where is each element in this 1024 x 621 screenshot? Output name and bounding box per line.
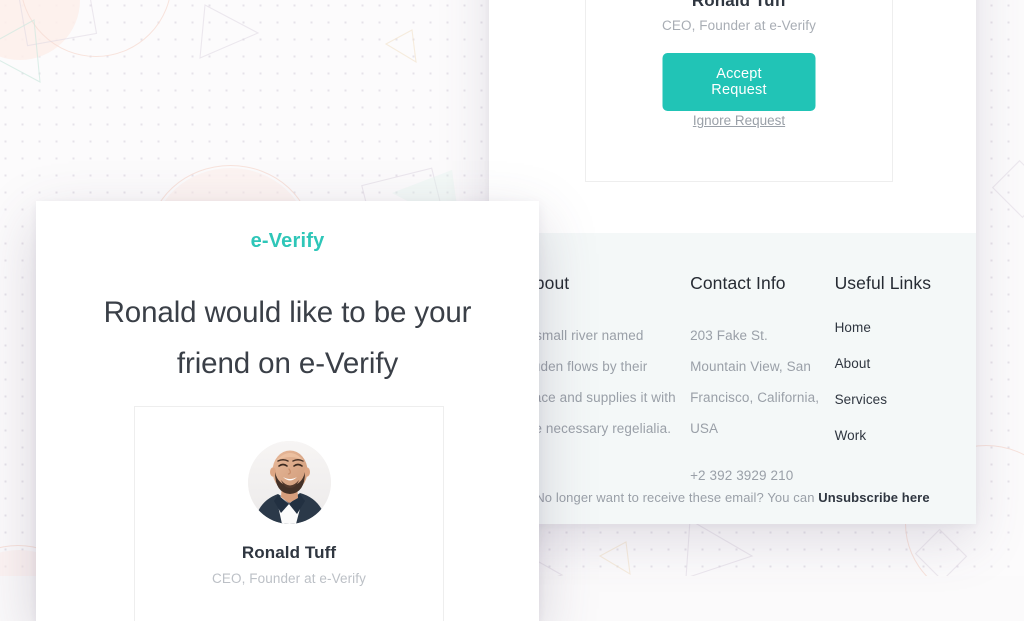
- avatar-photo-icon: [247, 441, 331, 524]
- background-email-card: Ronald Tuff CEO, Founder at e-Verify Acc…: [489, 0, 976, 524]
- footer-links-heading: Useful Links: [834, 273, 932, 293]
- friend-request-profile-box: Ronald Tuff CEO, Founder at e-Verify Acc…: [585, 0, 893, 182]
- sender-role: CEO, Founder at e-Verify: [212, 571, 366, 586]
- footer-link-about[interactable]: About: [835, 356, 942, 371]
- unsubscribe-link[interactable]: Unsubscribe here: [818, 490, 929, 505]
- footer-about-heading: About: [523, 273, 570, 293]
- footer-columns: About A small river named Duden flows by…: [523, 273, 942, 483]
- sender-profile-box: Ronald Tuff CEO, Founder at e-Verify: [134, 406, 444, 621]
- footer-contact-heading: Contact Info: [690, 273, 786, 293]
- profile-role: CEO, Founder at e-Verify: [662, 18, 816, 33]
- footer-phone: +2 392 3929 210: [690, 468, 794, 483]
- page-title: Ronald would like to be your friend on e…: [103, 296, 472, 380]
- brand-logo-text: e-Verify: [250, 230, 325, 252]
- unsubscribe-text: No longer want to receive these email? Y…: [535, 490, 819, 505]
- avatar: [247, 441, 331, 524]
- footer-link-home[interactable]: Home: [835, 320, 942, 335]
- email-footer: About A small river named Duden flows by…: [489, 233, 976, 524]
- ignore-request-link[interactable]: Ignore Request: [586, 113, 892, 128]
- foreground-email-card: e-Verify Ronald would like to be your fr…: [36, 201, 539, 621]
- footer-link-services[interactable]: Services: [835, 392, 942, 407]
- footer-column-about: About A small river named Duden flows by…: [523, 273, 690, 483]
- accept-request-button[interactable]: Accept Request: [662, 53, 816, 111]
- footer-column-contact: Contact Info 203 Fake St. Mountain View,…: [690, 273, 834, 483]
- footer-link-work[interactable]: Work: [835, 428, 942, 443]
- unsubscribe-line: No longer want to receive these email? Y…: [489, 490, 976, 505]
- profile-name: Ronald Tuff: [691, 0, 787, 10]
- background-card-body: Ronald Tuff CEO, Founder at e-Verify Acc…: [489, 0, 976, 233]
- sender-name: Ronald Tuff: [241, 543, 337, 562]
- footer-about-text: A small river named Duden flows by their…: [523, 328, 676, 436]
- footer-link-list: Home About Services Work: [835, 320, 942, 443]
- footer-column-links: Useful Links Home About Services Work: [835, 273, 942, 483]
- footer-address: 203 Fake St. Mountain View, San Francisc…: [690, 328, 820, 436]
